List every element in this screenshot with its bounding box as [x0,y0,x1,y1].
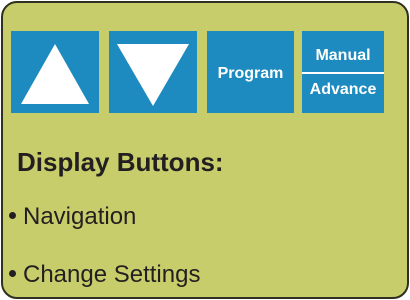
manual-label: Manual [315,47,371,64]
up-arrow-button[interactable] [11,31,99,113]
button-divider [302,72,384,74]
bullet-icon [9,212,16,220]
list-item-change-settings: Change Settings [9,261,200,289]
list-item-navigation: Navigation [9,203,136,231]
arrow-up-icon [21,44,89,104]
down-arrow-button[interactable] [109,31,197,113]
program-button-label: Program [217,65,284,82]
section-heading: Display Buttons: [17,147,224,177]
display-buttons-panel: Program Manual Advance Display Buttons: … [1,1,409,299]
arrow-down-icon [117,44,189,106]
list-item-label: Change Settings [23,261,201,288]
manual-advance-button[interactable]: Manual Advance [302,31,384,113]
program-button[interactable]: Program [207,31,294,113]
list-item-label: Navigation [23,203,137,230]
advance-label: Advance [309,81,377,98]
bullet-icon [9,270,16,278]
